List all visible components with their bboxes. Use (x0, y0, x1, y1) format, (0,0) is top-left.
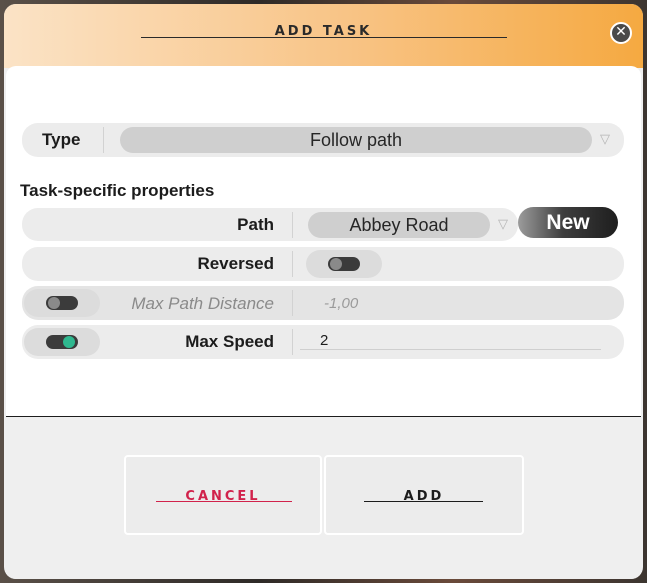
dialog-header: ADD TASK ✕ (4, 4, 643, 68)
cancel-button[interactable]: CANCEL (124, 455, 322, 535)
chevron-down-icon[interactable]: ▽ (498, 217, 508, 232)
max-path-distance-row: Max Path Distance -1,00 (22, 286, 624, 320)
add-underline (364, 501, 483, 502)
dialog-content (6, 66, 641, 416)
toggle-knob (48, 297, 60, 309)
row-separator (292, 212, 293, 238)
toggle-knob (63, 336, 75, 348)
chevron-down-icon[interactable]: ▽ (600, 132, 610, 147)
max-path-distance-value: -1,00 (324, 295, 359, 312)
max-path-distance-label: Max Path Distance (131, 294, 274, 313)
row-separator (103, 127, 104, 153)
cancel-underline (156, 501, 292, 502)
type-select[interactable]: Follow path (120, 127, 592, 153)
type-label: Type (42, 130, 81, 149)
max-speed-input[interactable] (300, 332, 601, 350)
max-speed-label: Max Speed (185, 332, 274, 351)
new-path-button[interactable]: New (518, 207, 618, 238)
path-select[interactable]: Abbey Road (308, 212, 490, 238)
toggle-knob (330, 258, 342, 270)
type-row: Type Follow path ▽ (22, 123, 624, 157)
row-separator (292, 329, 293, 355)
close-icon: ✕ (615, 24, 627, 40)
path-row: Path Abbey Road ▽ (22, 208, 518, 241)
row-separator (292, 290, 293, 316)
path-label: Path (237, 214, 274, 234)
close-button[interactable]: ✕ (610, 22, 632, 44)
title-underline (141, 37, 507, 38)
max-path-distance-toggle[interactable] (46, 296, 78, 310)
reversed-toggle[interactable] (328, 257, 360, 271)
reversed-label: Reversed (197, 254, 274, 273)
section-title: Task-specific properties (20, 181, 215, 200)
max-speed-toggle[interactable] (46, 335, 78, 349)
row-separator (292, 251, 293, 277)
add-button[interactable]: ADD (324, 455, 524, 535)
reversed-row: Reversed (22, 247, 624, 281)
